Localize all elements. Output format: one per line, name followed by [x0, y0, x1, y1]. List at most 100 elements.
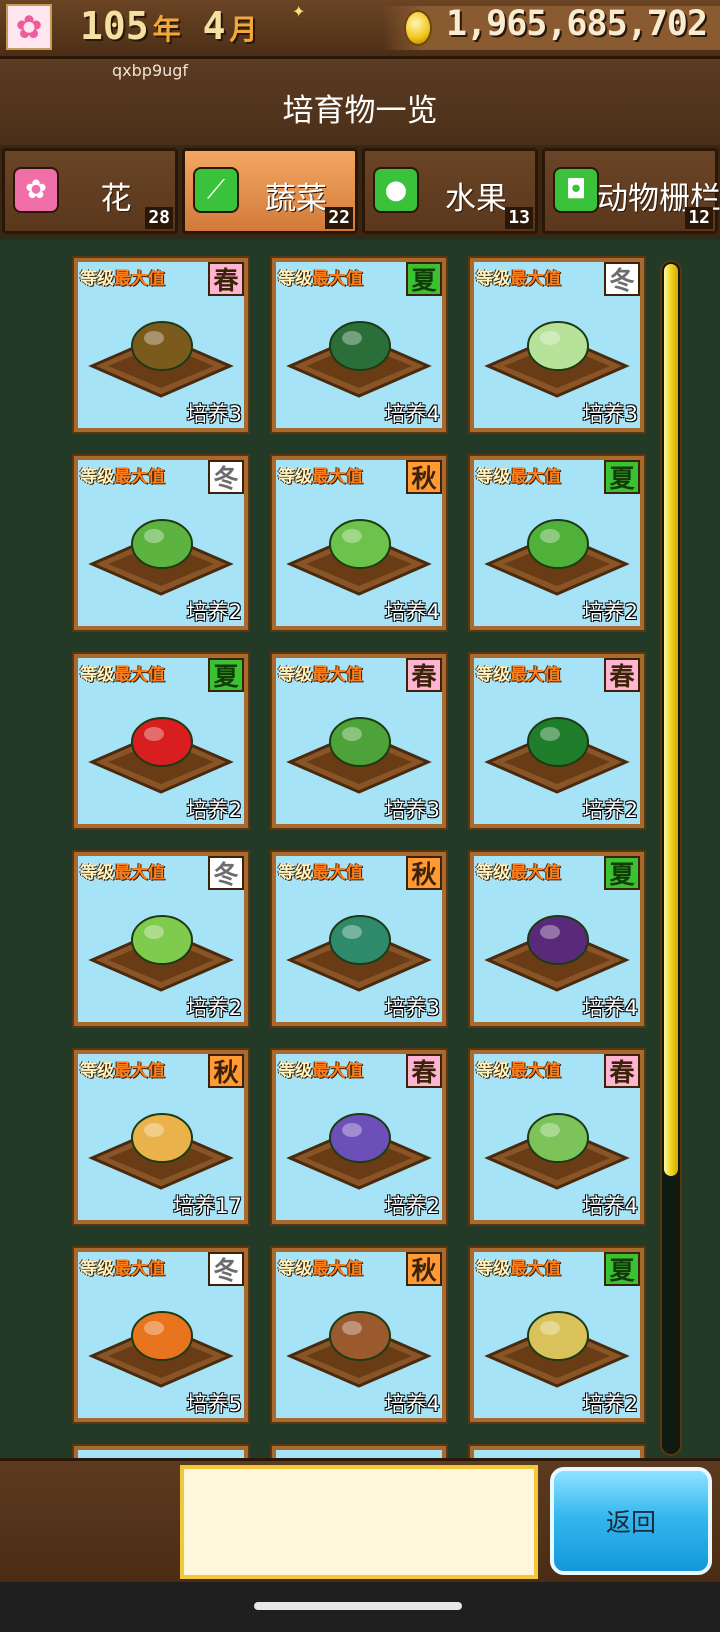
level-label: 等级最大值 [476, 462, 561, 487]
tab-0[interactable]: ✿ 花 28 [2, 148, 178, 234]
cultivation-count: 培养3 [384, 996, 440, 1020]
crop-card[interactable] [468, 1444, 646, 1458]
crop-card[interactable]: 等级最大值 冬培养2 [72, 850, 250, 1028]
game-date: 105 年 4 月 [80, 4, 280, 48]
crop-card[interactable]: 等级最大值 夏培养4 [270, 256, 448, 434]
level-max: 最大值 [312, 467, 363, 487]
year-value: 105 [80, 4, 149, 48]
level-label: 等级最大值 [80, 858, 165, 883]
apple-icon: ● [373, 167, 419, 213]
crop-card[interactable]: 等级最大值 秋培养17 [72, 1048, 250, 1226]
info-box [180, 1465, 538, 1579]
crop-card[interactable]: 等级最大值 冬培养5 [72, 1246, 250, 1424]
level-label: 等级最大值 [80, 264, 165, 289]
red-cabbage-icon [329, 1113, 391, 1163]
level-prefix: 等级 [80, 665, 114, 685]
cultivation-count: 培养2 [582, 798, 638, 822]
potato-icon [329, 717, 391, 767]
level-prefix: 等级 [80, 1061, 114, 1081]
level-max: 最大值 [510, 269, 561, 289]
tab-1[interactable]: ⟋ 蔬菜 22 [182, 148, 358, 234]
money-value: 1,965,685,702 [446, 4, 708, 44]
tab-count-badge: 13 [505, 207, 533, 229]
chili-pepper-icon [131, 717, 193, 767]
season-badge: 春 [406, 1054, 442, 1088]
cultivation-count: 培养5 [186, 1392, 242, 1416]
crop-card[interactable]: 等级最大值 夏培养2 [468, 1246, 646, 1424]
level-label: 等级最大值 [80, 462, 165, 487]
crop-card[interactable]: 等级最大值 春培养4 [468, 1048, 646, 1226]
season-badge: 夏 [604, 460, 640, 494]
level-label: 等级最大值 [80, 1254, 165, 1279]
cultivation-count: 培养3 [384, 798, 440, 822]
page-header: qxbp9ugf 培育物一览 [0, 59, 720, 145]
level-max: 最大值 [114, 269, 165, 289]
level-prefix: 等级 [278, 269, 312, 289]
season-badge: 秋 [208, 1054, 244, 1088]
level-max: 最大值 [312, 863, 363, 883]
cultivation-count: 培养2 [582, 600, 638, 624]
season-badge: 冬 [208, 1252, 244, 1286]
crop-card[interactable]: 等级最大值 秋培养4 [270, 1246, 448, 1424]
level-prefix: 等级 [278, 863, 312, 883]
cultivation-count: 培养3 [186, 402, 242, 426]
level-prefix: 等级 [278, 665, 312, 685]
level-prefix: 等级 [476, 269, 510, 289]
crop-card[interactable] [270, 1444, 448, 1458]
level-max: 最大值 [510, 1259, 561, 1279]
crop-card[interactable]: 等级最大值 夏培养2 [72, 652, 250, 830]
turnip-icon [329, 519, 391, 569]
cabbage-icon [527, 1113, 589, 1163]
scrollbar-thumb[interactable] [664, 264, 678, 1176]
home-gesture-pill[interactable] [254, 1602, 462, 1610]
month-unit: 月 [229, 13, 258, 46]
scrollbar[interactable] [660, 260, 682, 1456]
wheat-icon [131, 1113, 193, 1163]
bamboo-shoot-icon [131, 321, 193, 371]
level-prefix: 等级 [476, 467, 510, 487]
crop-card[interactable]: 等级最大值 冬培养3 [468, 256, 646, 434]
crop-card[interactable]: 等级最大值 春培养2 [270, 1048, 448, 1226]
crop-card[interactable]: 等级最大值 春培养2 [468, 652, 646, 830]
crop-card[interactable]: 等级最大值 夏培养4 [468, 850, 646, 1028]
level-max: 最大值 [114, 467, 165, 487]
level-label: 等级最大值 [278, 1056, 363, 1081]
crop-card[interactable]: 等级最大值 秋培养4 [270, 454, 448, 632]
crop-card[interactable] [72, 1444, 250, 1458]
level-max: 最大值 [114, 863, 165, 883]
cultivation-count: 培养4 [384, 1392, 440, 1416]
carrot-icon [131, 1311, 193, 1361]
level-prefix: 等级 [80, 467, 114, 487]
level-label: 等级最大值 [476, 858, 561, 883]
year-unit: 年 [152, 13, 181, 46]
player-avatar[interactable]: ✿ [6, 4, 52, 50]
cow-icon: ◘ [553, 167, 599, 213]
cultivation-count: 培养2 [186, 798, 242, 822]
cultivation-count: 培养4 [384, 402, 440, 426]
cultivation-count: 培养2 [582, 1392, 638, 1416]
level-prefix: 等级 [80, 863, 114, 883]
season-badge: 春 [208, 262, 244, 296]
crop-card[interactable]: 等级最大值 秋培养3 [270, 850, 448, 1028]
crop-card[interactable]: 等级最大值 冬培养2 [72, 454, 250, 632]
level-label: 等级最大值 [476, 1056, 561, 1081]
eggplant-icon [527, 915, 589, 965]
level-label: 等级最大值 [278, 462, 363, 487]
crop-card[interactable]: 等级最大值 春培养3 [270, 652, 448, 830]
burdock-icon [131, 519, 193, 569]
shiitake-icon [329, 1311, 391, 1361]
level-max: 最大值 [510, 1061, 561, 1081]
season-badge: 冬 [208, 460, 244, 494]
status-bar: ✿ 105 年 4 月 ✦ 1,965,685,702 [0, 0, 720, 59]
cultivation-count: 培养4 [384, 600, 440, 624]
tab-2[interactable]: ● 水果 13 [362, 148, 538, 234]
crop-card[interactable]: 等级最大值 春培养3 [72, 256, 250, 434]
flower-icon: ✿ [15, 8, 43, 46]
tab-3[interactable]: ◘ 动物栅栏 12 [542, 148, 720, 234]
season-badge: 冬 [604, 262, 640, 296]
celery-icon [527, 519, 589, 569]
level-max: 最大值 [312, 1259, 363, 1279]
crop-card[interactable]: 等级最大值 夏培养2 [468, 454, 646, 632]
tab-count-badge: 12 [685, 207, 713, 229]
back-button[interactable]: 返回 [550, 1467, 712, 1575]
